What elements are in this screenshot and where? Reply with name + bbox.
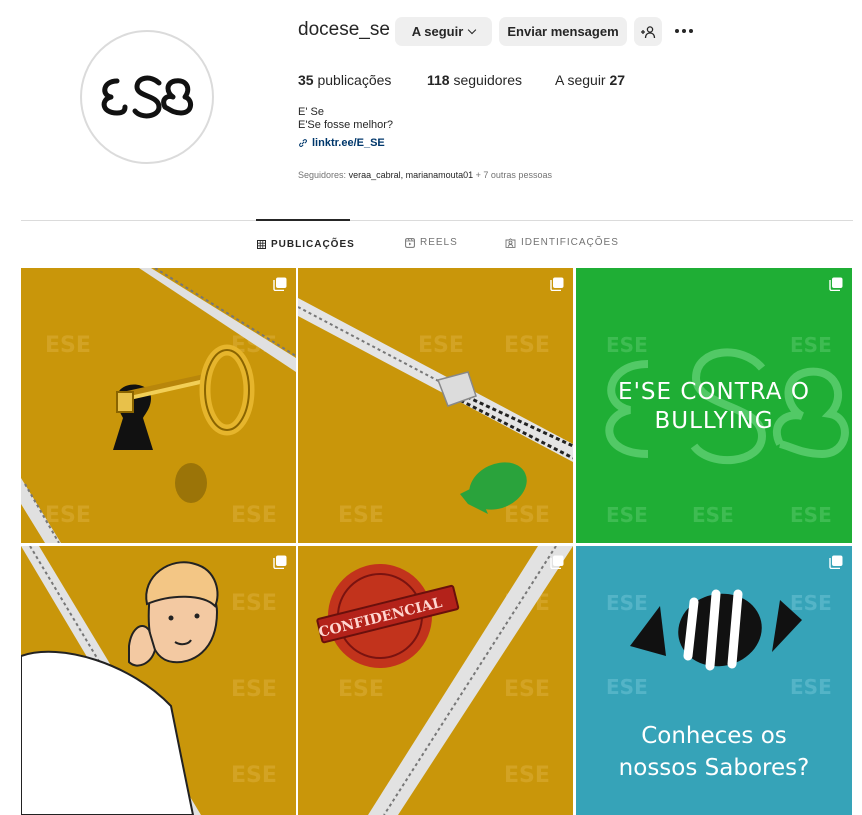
sabores-caption: Conheces os nossos Sabores? (618, 723, 810, 781)
active-tab-indicator (256, 219, 350, 221)
post-bullying[interactable]: ESE ESE ESE ESE ESE E'SE CONTRA O BULLYING (576, 268, 852, 543)
tabs-divider (21, 220, 853, 221)
svg-text:ESE: ESE (504, 677, 550, 702)
svg-text:ESE: ESE (231, 503, 277, 528)
profile-username: docese_se (298, 19, 390, 40)
multiple-images-icon (550, 555, 564, 569)
svg-text:ESE: ESE (504, 503, 550, 528)
svg-text:ESE: ESE (45, 333, 91, 358)
following-count[interactable]: A seguir 27 (555, 72, 625, 88)
multiple-images-icon (829, 555, 843, 569)
profile-avatar[interactable] (80, 30, 214, 164)
svg-text:ESE: ESE (338, 503, 384, 528)
svg-text:ESE: ESE (504, 333, 550, 358)
posts-count: 35 publicações (298, 72, 392, 88)
tab-posts[interactable]: PUBLICAÇÕES (257, 239, 355, 250)
svg-text:ESE: ESE (606, 675, 648, 699)
svg-text:ESE: ESE (231, 677, 277, 702)
post-key-keyhole[interactable]: ESE ESE ESE ESE (21, 268, 296, 543)
grid-icon (257, 240, 266, 249)
tab-tagged[interactable]: IDENTIFICAÇÕES (505, 237, 619, 248)
posts-grid: ESE ESE ESE ESE ESE ESE ESE ESE ESE ESE … (21, 268, 852, 815)
svg-text:ESE: ESE (504, 763, 550, 788)
post-thinking-boy[interactable]: ESE ESE ESE (21, 546, 296, 815)
svg-text:ESE: ESE (418, 333, 464, 358)
svg-text:ESE: ESE (606, 503, 648, 527)
post-zipper-candy[interactable]: ESE ESE ESE ESE (298, 268, 573, 543)
post-confidencial[interactable]: ESEESE ESEESE CONFIDENCIAL (298, 546, 573, 815)
person-plus-icon (641, 25, 656, 38)
multiple-images-icon (829, 277, 843, 291)
suggest-users-button[interactable] (634, 17, 662, 46)
key-keyhole-image: ESE ESE ESE ESE (21, 268, 296, 543)
tab-reels[interactable]: REELS (405, 237, 458, 248)
reels-icon (405, 237, 415, 248)
svg-text:ESE: ESE (790, 591, 832, 615)
svg-text:ESE: ESE (606, 591, 648, 615)
thinking-boy-image: ESE ESE ESE (21, 546, 277, 815)
send-message-button[interactable]: Enviar mensagem (499, 17, 627, 46)
bio-text: E'Se fosse melhor? (298, 119, 394, 131)
svg-text:ESE: ESE (790, 675, 832, 699)
black-candy (630, 589, 802, 671)
bio-name: E' Se (298, 106, 324, 118)
svg-text:ESE: ESE (606, 333, 648, 357)
svg-text:ESE: ESE (231, 763, 277, 788)
bullying-caption: E'SE CONTRA O BULLYING (618, 379, 810, 434)
link-icon (299, 139, 307, 147)
svg-text:ESE: ESE (790, 503, 832, 527)
ellipsis-icon[interactable] (672, 22, 696, 40)
multiple-images-icon (273, 277, 287, 291)
following-button[interactable]: A seguir (395, 17, 492, 46)
followed-by[interactable]: Seguidores: veraa_cabral, marianamouta01… (298, 170, 552, 180)
svg-text:ESE: ESE (231, 591, 277, 616)
svg-text:ESE: ESE (692, 503, 734, 527)
following-button-label: A seguir (411, 24, 464, 39)
post-sabores[interactable]: ESE ESE ESE ESE Conheces os nossos Sabores… (576, 546, 852, 815)
brand-logo-icon (101, 75, 193, 119)
profile-bio: E' Se E'Se fosse melhor? (298, 106, 393, 132)
svg-text:ESE: ESE (790, 333, 832, 357)
bio-link[interactable]: linktr.ee/E_SE (298, 137, 385, 149)
followers-count[interactable]: 118 seguidores (427, 72, 522, 88)
zipper-candy-image: ESE ESE ESE ESE (298, 298, 573, 528)
chevron-down-icon (468, 25, 477, 34)
confidencial-stamp-image: ESEESE ESEESE CONFIDENCIAL (316, 546, 573, 815)
send-message-label: Enviar mensagem (507, 24, 619, 39)
svg-text:ESE: ESE (45, 503, 91, 528)
multiple-images-icon (550, 277, 564, 291)
tag-person-icon (505, 237, 516, 248)
svg-text:ESE: ESE (338, 677, 384, 702)
multiple-images-icon (273, 555, 287, 569)
